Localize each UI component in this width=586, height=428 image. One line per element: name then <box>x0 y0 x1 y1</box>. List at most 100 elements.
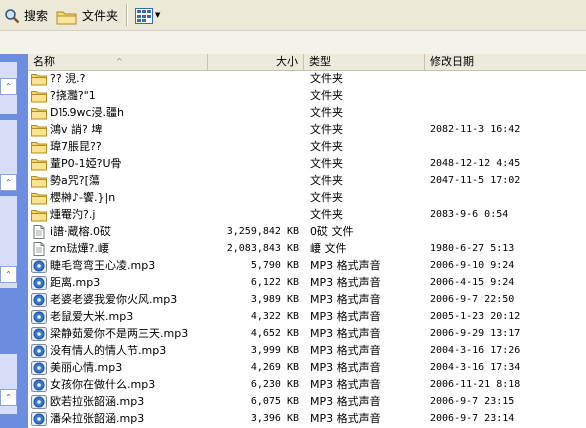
chevron-down-icon[interactable]: ▼ <box>155 11 160 19</box>
file-size: 2,083,843 KB <box>226 243 299 254</box>
file-type: MP3 格式声音 <box>310 412 381 425</box>
file-row[interactable]: D⒖9wc浸.疆h 文件夹 <box>28 104 586 121</box>
file-row[interactable]: 潘朵拉张韶涵.mp3 3,396 KB MP3 格式声音 2006-9-7 23:14 <box>28 410 586 427</box>
file-row[interactable]: 老鼠爱大米.mp3 4,322 KB MP3 格式声音 2005-1-23 20:12 <box>28 308 586 325</box>
file-row[interactable]: 女孩你在做什么.mp3 6,230 KB MP3 格式声音 2006-11-21 8:… <box>28 376 586 393</box>
file-name: 煄罨汋?.j <box>50 208 96 221</box>
file-type: 文件夹 <box>310 106 343 119</box>
audio-icon <box>31 377 47 392</box>
file-name-cell[interactable]: zm琺燁?.崾 <box>31 240 206 257</box>
file-size <box>208 172 299 189</box>
file-row[interactable]: ?挠灩?"1 文件夹 <box>28 87 586 104</box>
file-icon <box>31 224 47 239</box>
file-icon <box>31 241 47 256</box>
file-name: D⒖9wc浸.疆h <box>50 106 124 119</box>
file-row[interactable]: 没有情人的情人节.mp3 3,999 KB MP3 格式声音 2004-3-16 17… <box>28 342 586 359</box>
file-name-cell[interactable]: ?挠灩?"1 <box>31 87 206 104</box>
column-header-size[interactable]: 大小 <box>208 54 304 70</box>
file-modified-date: 2004-3-16 17:34 <box>430 362 521 373</box>
file-modified-date <box>430 138 580 155</box>
folders-button[interactable]: 文件夹 <box>52 3 122 27</box>
file-name: 女孩你在做什么.mp3 <box>50 378 156 391</box>
file-modified-date: 2047-11-5 17:02 <box>430 175 521 186</box>
file-modified-date: 2082-11-3 16:42 <box>430 124 521 135</box>
file-modified-date: 2006-9-7 23:15 <box>430 396 515 407</box>
sort-arrow-icon: ^ <box>116 57 123 66</box>
file-type: MP3 格式声音 <box>310 310 381 323</box>
file-row[interactable]: 老婆老婆我爱你火风.mp3 3,989 KB MP3 格式声音 2006-9-7 22… <box>28 291 586 308</box>
file-name-cell[interactable]: D⒖9wc浸.疆h <box>31 104 206 121</box>
file-name-cell[interactable]: 老鼠爱大米.mp3 <box>31 308 206 325</box>
file-row[interactable]: 睫毛弯弯王心凌.mp3 5,790 KB MP3 格式声音 2006-9-10 9:2… <box>28 257 586 274</box>
file-size: 3,999 KB <box>250 345 299 356</box>
file-row[interactable]: 勢a咒?[蕩 文件夹 2047-11-5 17:02 <box>28 172 586 189</box>
file-name-cell[interactable]: i譜·蔵榕.0砹 <box>31 223 206 240</box>
column-header-type[interactable]: 类型 <box>304 54 425 70</box>
file-size: 5,790 KB <box>250 260 299 271</box>
folder-icon <box>31 191 47 205</box>
column-header-date[interactable]: 修改日期 <box>425 54 586 70</box>
file-size <box>208 189 299 206</box>
audio-icon <box>31 326 47 341</box>
folder-icon <box>31 106 47 120</box>
file-type: MP3 格式声音 <box>310 361 381 374</box>
file-row[interactable]: zm琺燁?.崾 2,083,843 KB 崾 文件 1980-6-27 5:13 <box>28 240 586 257</box>
file-name-cell[interactable]: 美丽心情.mp3 <box>31 359 206 376</box>
column-header: 名称 ^ 大小 类型 修改日期 <box>28 54 586 71</box>
toolbar-separator <box>126 4 129 26</box>
file-row[interactable]: 櫻榊♪-饗.}|n 文件夹 <box>28 189 586 206</box>
file-name-cell[interactable]: 老婆老婆我爱你火风.mp3 <box>31 291 206 308</box>
file-type: MP3 格式声音 <box>310 344 381 357</box>
file-size: 4,322 KB <box>250 311 299 322</box>
file-modified-date: 2005-1-23 20:12 <box>430 311 521 322</box>
file-row[interactable]: 欧若拉张韶涵.mp3 6,075 KB MP3 格式声音 2006-9-7 23:15 <box>28 393 586 410</box>
file-name-cell[interactable]: ?? 涀.? <box>31 70 206 87</box>
file-row[interactable]: 鴻v 誚? 埤 文件夹 2082-11-3 16:42 <box>28 121 586 138</box>
file-name-cell[interactable]: 女孩你在做什么.mp3 <box>31 376 206 393</box>
search-button[interactable]: 搜索 <box>0 3 52 27</box>
column-header-name[interactable]: 名称 ^ <box>28 54 208 70</box>
file-name: 没有情人的情人节.mp3 <box>50 344 167 357</box>
collapse-chevron-icon[interactable]: ⌃ <box>0 266 17 283</box>
column-name-label: 名称 <box>33 55 55 68</box>
file-size <box>208 206 299 223</box>
file-name-cell[interactable]: 勢a咒?[蕩 <box>31 172 206 189</box>
file-name: 美丽心情.mp3 <box>50 361 123 374</box>
collapse-chevron-icon[interactable]: ⌃ <box>0 78 17 95</box>
file-size: 6,075 KB <box>250 396 299 407</box>
file-size <box>208 155 299 172</box>
file-name-cell[interactable]: 櫻榊♪-饗.}|n <box>31 189 206 206</box>
file-name-cell[interactable]: 煄罨汋?.j <box>31 206 206 223</box>
file-name-cell[interactable]: 没有情人的情人节.mp3 <box>31 342 206 359</box>
collapse-chevron-icon[interactable]: ⌃ <box>0 389 17 406</box>
file-row[interactable]: 美丽心情.mp3 4,269 KB MP3 格式声音 2004-3-16 17:34 <box>28 359 586 376</box>
file-list[interactable]: 名称 ^ 大小 类型 修改日期 ?? 涀.? 文件夹 ?挠灩?"1 文件夹 D⒖9wc浸… <box>28 54 586 428</box>
file-row[interactable]: 距离.mp3 6,122 KB MP3 格式声音 2006-4-15 9:24 <box>28 274 586 291</box>
file-rows: ?? 涀.? 文件夹 ?挠灩?"1 文件夹 D⒖9wc浸.疆h 文件夹 鴻v 誚? 埤文件夹… <box>28 70 586 427</box>
collapse-chevron-icon[interactable]: ⌃ <box>0 174 17 191</box>
file-row[interactable]: 煄罨汋?.j 文件夹 2083-9-6 0:54 <box>28 206 586 223</box>
file-row[interactable]: i譜·蔵榕.0砹 3,259,842 KB 0砹 文件 <box>28 223 586 240</box>
file-name-cell[interactable]: 梁静茹爱你不是两三天.mp3 <box>31 325 206 342</box>
file-row[interactable]: 瑋7脹昆?? 文件夹 <box>28 138 586 155</box>
file-type: 文件夹 <box>310 72 343 85</box>
file-row[interactable]: ?? 涀.? 文件夹 <box>28 70 586 87</box>
file-modified-date: 2006-11-21 8:18 <box>430 379 521 390</box>
file-modified-date <box>430 223 580 240</box>
file-row[interactable]: 梁静茹爱你不是两三天.mp3 4,652 KB MP3 格式声音 2006-9-29 … <box>28 325 586 342</box>
file-type: 文件夹 <box>310 157 343 170</box>
views-button[interactable]: ▼ <box>132 3 163 27</box>
file-name-cell[interactable]: 鴻v 誚? 埤 <box>31 121 206 138</box>
file-size: 3,396 KB <box>250 413 299 424</box>
file-name-cell[interactable]: 瑋7脹昆?? <box>31 138 206 155</box>
folder-icon <box>31 157 47 171</box>
file-modified-date <box>430 189 580 206</box>
file-name-cell[interactable]: 蕫P0-1婭?U骨 <box>31 155 206 172</box>
file-name-cell[interactable]: 欧若拉张韶涵.mp3 <box>31 393 206 410</box>
file-name-cell[interactable]: 潘朵拉张韶涵.mp3 <box>31 410 206 427</box>
file-type: MP3 格式声音 <box>310 259 381 272</box>
file-row[interactable]: 蕫P0-1婭?U骨 文件夹 2048-12-12 4:45 <box>28 155 586 172</box>
file-name-cell[interactable]: 睫毛弯弯王心凌.mp3 <box>31 257 206 274</box>
audio-icon <box>31 292 47 307</box>
file-name-cell[interactable]: 距离.mp3 <box>31 274 206 291</box>
